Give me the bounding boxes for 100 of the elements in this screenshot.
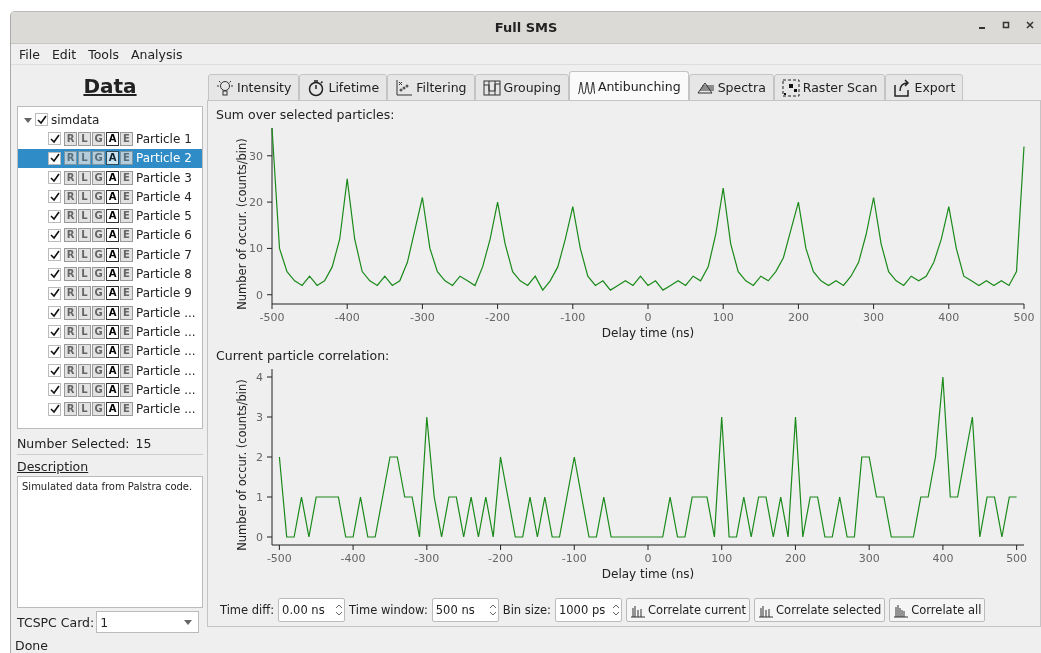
status-text: Done — [14, 636, 49, 653]
tree-item[interactable]: simdata — [51, 112, 100, 127]
status-flag: R — [64, 209, 77, 224]
tick-label: 10 — [249, 242, 263, 256]
tree-row[interactable]: R L G A E Particle ... — [18, 360, 202, 381]
tree-row[interactable]: R L G A E Particle 1 — [18, 129, 202, 149]
tab[interactable]: Grouping — [474, 74, 569, 101]
tree-row[interactable]: R L G A E Particle 7 — [18, 245, 202, 265]
status-flag: A — [106, 131, 119, 146]
tick-label: 0 — [256, 288, 263, 302]
tab[interactable]: Intensity — [208, 74, 300, 101]
tree-row[interactable]: R L G A E Particle ... — [18, 380, 202, 400]
checkbox[interactable] — [35, 113, 48, 127]
close-icon[interactable] — [1025, 20, 1035, 30]
tick-label: 200 — [787, 311, 809, 324]
spin-field[interactable]: 1000 ps — [555, 598, 622, 622]
status-flag: G — [92, 363, 105, 378]
section-label: Description — [17, 459, 89, 474]
checkbox[interactable] — [48, 344, 61, 358]
checkbox[interactable] — [48, 402, 61, 416]
checkbox[interactable] — [48, 209, 61, 223]
tree-row[interactable]: R L G A E Particle ... — [18, 341, 202, 361]
tree-item-label: Particle ... — [136, 344, 196, 359]
tick-label: 30 — [249, 149, 263, 163]
correlate-button[interactable]: Correlate selected — [754, 598, 886, 622]
status-flag: R — [64, 363, 77, 378]
tick-label: -400 — [340, 552, 366, 565]
status-flag: E — [120, 209, 133, 224]
correlate-button[interactable]: Correlate all — [889, 598, 986, 622]
tab[interactable]: Filtering — [387, 74, 475, 101]
correlate-button[interactable]: Correlate current — [626, 598, 751, 622]
checkbox[interactable] — [48, 325, 61, 339]
status-flag: E — [120, 267, 133, 281]
checkbox[interactable] — [48, 171, 61, 185]
checkbox[interactable] — [48, 190, 61, 204]
tree-row[interactable]: R L G A E Particle 5 — [18, 206, 202, 226]
lightbulb-icon — [216, 78, 234, 97]
scatter-icon — [395, 78, 414, 97]
tick-label: -500 — [266, 552, 292, 565]
tab[interactable]: Raster Scan — [773, 74, 886, 101]
tree-row[interactable]: R L G A E Particle 3 — [18, 167, 202, 188]
caret-icon[interactable] — [24, 115, 32, 124]
tree-item-label: Particle 6 — [136, 228, 192, 243]
tick-label: 2 — [256, 451, 263, 464]
status-flag: R — [64, 402, 77, 417]
checkbox[interactable] — [48, 383, 61, 397]
status-flag: R — [64, 344, 77, 359]
status-flag: L — [78, 324, 91, 339]
tree-row[interactable]: R L G A E Particle 2 — [18, 148, 202, 168]
menu-item[interactable]: Edit — [47, 46, 81, 62]
tick-label: -500 — [259, 311, 285, 324]
menu-item[interactable]: File — [15, 46, 44, 62]
checkbox[interactable] — [48, 132, 61, 146]
status-flag: R — [64, 286, 77, 301]
menu-item[interactable]: Tools — [84, 46, 123, 62]
status-flag: A — [106, 151, 119, 166]
status-flag: G — [92, 131, 105, 146]
tree-item-label: Particle ... — [136, 402, 196, 417]
tab[interactable]: Spectra — [688, 74, 774, 101]
checkbox[interactable] — [48, 306, 61, 320]
tree-item-label: Particle 8 — [136, 267, 192, 281]
checkbox[interactable] — [48, 151, 61, 165]
status-flag: L — [78, 228, 91, 243]
tree-row[interactable]: R L G A E Particle 6 — [18, 225, 202, 246]
tree-item-label: Particle 2 — [136, 151, 192, 166]
menu-item[interactable]: Analysis — [126, 46, 187, 62]
tree-item-label: Particle 7 — [136, 247, 192, 262]
status-flag: G — [92, 247, 105, 262]
tree-row[interactable]: R L G A E Particle ... — [18, 322, 202, 342]
card-dropdown[interactable]: 1 — [96, 611, 200, 633]
tree-row[interactable]: R L G A E Particle ... — [18, 399, 202, 419]
tick-label: 1 — [256, 491, 263, 504]
status-flag: R — [64, 131, 77, 146]
tree-item-label: Particle ... — [136, 363, 196, 378]
tick-label: -100 — [560, 311, 586, 324]
tick-label: 400 — [932, 552, 954, 565]
tree-row[interactable]: R L G A E Particle 9 — [18, 283, 202, 303]
checkbox[interactable] — [48, 248, 61, 262]
plot-title: Sum over selected particles: — [216, 107, 395, 122]
checkbox[interactable] — [48, 267, 61, 281]
tab[interactable]: Lifetime — [299, 74, 388, 101]
tree-item-label: Particle ... — [136, 324, 196, 339]
tree-row[interactable]: R L G A E Particle 8 — [18, 264, 202, 284]
spin-field[interactable]: 500 ns — [431, 598, 499, 622]
tick-label: 300 — [863, 311, 885, 324]
status-flag: E — [120, 402, 133, 417]
tab[interactable]: Export — [885, 74, 964, 101]
spin-field[interactable]: 0.00 ns — [278, 598, 346, 622]
checkbox[interactable] — [48, 286, 61, 300]
checkbox[interactable] — [48, 364, 61, 377]
tick-label: 0 — [256, 531, 263, 544]
status-flag: L — [78, 344, 91, 359]
checkbox[interactable] — [48, 228, 61, 242]
axis-label: Delay time (ns) — [601, 326, 695, 340]
tab[interactable]: Antibunching — [568, 71, 689, 101]
maximize-icon[interactable] — [1001, 20, 1011, 30]
status-flag: L — [78, 286, 91, 301]
tree-row[interactable]: R L G A E Particle ... — [18, 302, 202, 323]
tree-row[interactable]: R L G A E Particle 4 — [18, 187, 202, 207]
description-field[interactable]: Simulated data from Palstra code. — [17, 476, 203, 608]
